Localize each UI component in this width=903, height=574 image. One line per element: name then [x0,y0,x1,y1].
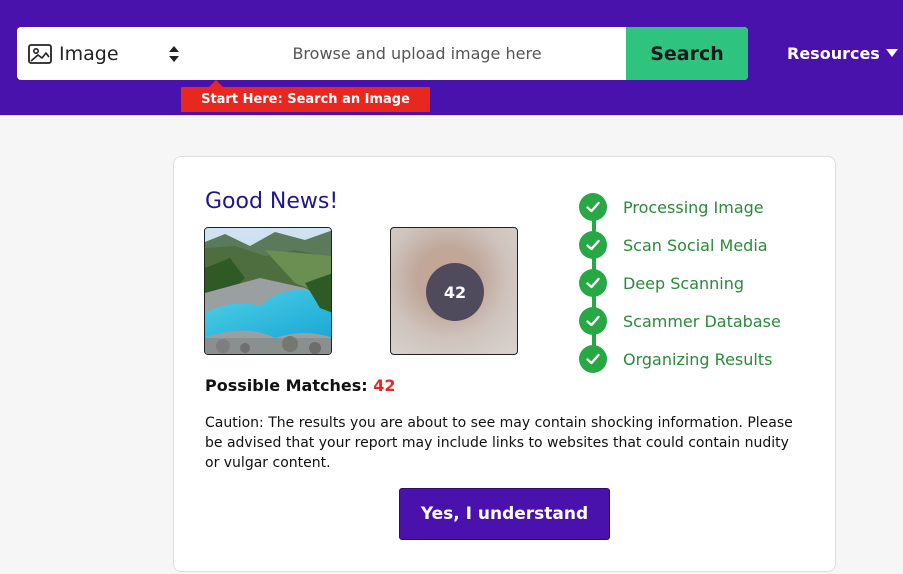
matches-count: 42 [373,376,396,395]
step-scan-social-media: Scan Social Media [579,231,768,259]
step-label: Scammer Database [623,311,781,331]
search-input[interactable] [192,27,642,80]
check-icon [579,269,607,297]
check-icon [579,345,607,373]
search-button[interactable]: Search [626,27,748,80]
step-processing-image: Processing Image [579,193,764,221]
search-box: Image Search [17,27,748,80]
search-type-label: Image [59,42,119,65]
step-label: Scan Social Media [623,235,768,255]
check-icon [579,193,607,221]
search-type-select[interactable]: Image [17,27,187,80]
step-label: Processing Image [623,197,764,217]
check-icon [579,231,607,259]
step-label: Organizing Results [623,349,773,369]
image-icon [28,43,52,64]
yes-i-understand-button[interactable]: Yes, I understand [399,488,610,540]
blurred-match-preview: 42 [390,227,518,355]
step-deep-scanning: Deep Scanning [579,269,744,297]
caret-down-icon [885,49,898,57]
uploaded-image-thumbnail [204,227,332,355]
river-landscape-image [205,228,331,354]
step-scammer-database: Scammer Database [579,307,781,335]
step-organizing-results: Organizing Results [579,345,772,373]
top-bar: Image Search Start Here: Search an Image… [0,0,903,116]
blur-match-count: 42 [426,263,484,321]
card-heading: Good News! [205,189,339,214]
results-card: Good News! 42 Possible Matches: 42 Cauti… [173,156,836,572]
possible-matches: Possible Matches: 42 [205,376,395,395]
resources-menu[interactable]: Resources [787,40,898,66]
check-icon [579,307,607,335]
start-here-hint: Start Here: Search an Image [181,80,430,112]
step-label: Deep Scanning [623,273,745,293]
updown-arrows-icon[interactable] [168,44,180,64]
matches-label: Possible Matches: [205,376,368,395]
resources-label: Resources [787,43,880,63]
caution-text: Caution: The results you are about to se… [205,415,793,471]
progress-steps: Processing Image Scan Social Media Deep … [579,193,829,383]
